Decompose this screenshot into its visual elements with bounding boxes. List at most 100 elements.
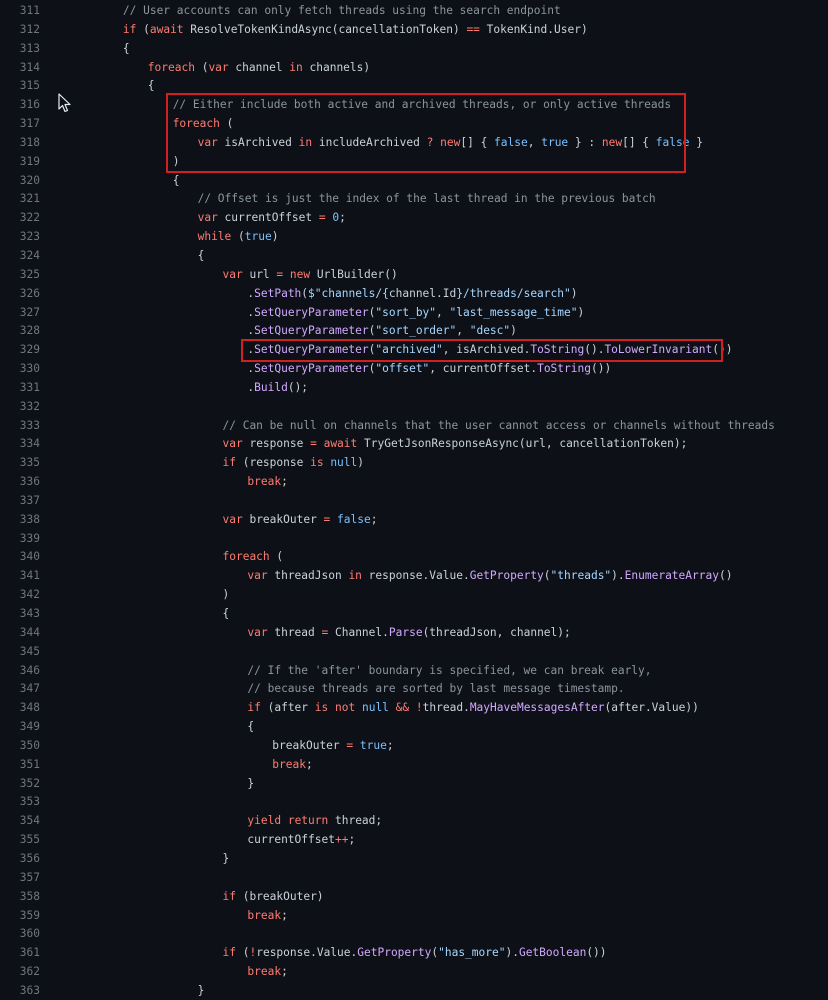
code-token: , [456,324,470,338]
line-code: } [140,982,205,1000]
line-code: var response = await TryGetJsonResponseA… [165,435,688,454]
code-line: 324 { [0,247,828,266]
code-line: 356} [0,850,828,869]
code-viewer: 311 // User accounts can only fetch threa… [0,0,828,1000]
code-token: "offset" [375,362,430,376]
code-token: is [310,456,324,470]
code-line: 359 break; [0,907,828,926]
code-token: response.Value. [256,946,358,960]
code-line: 311 // User accounts can only fetch threa… [0,2,828,21]
code-line: 357 [0,869,828,888]
code-token: isArchived [217,135,299,149]
code-token: (); [287,380,309,394]
code-token: breakOuter [242,512,324,526]
code-token: includeArchived [312,135,427,149]
code-line: 362 break; [0,963,828,982]
code-token: "sort_order" [375,324,457,338]
line-number: 337 [19,493,40,507]
line-number: 333 [19,418,40,432]
code-token: in [298,135,313,149]
code-token: is [314,701,329,715]
line-number: 340 [19,550,40,564]
line-code: .SetQueryParameter("offset", currentOffs… [189,360,611,379]
line-code: var threadJson in response.Value.GetProp… [189,567,732,586]
code-token: "has_more" [438,946,506,960]
code-token: var [197,211,218,225]
code-token: SetQueryParameter [254,305,369,319]
line-number: 316 [19,98,40,112]
code-token: ( [235,946,250,960]
line-code: { [140,247,205,266]
code-token: currentOffset [247,833,335,847]
line-number: 323 [19,230,40,244]
line-code: } [165,850,230,869]
code-line: 346 // If the 'after' boundary is specifi… [0,662,828,681]
line-number: 360 [19,927,40,941]
line-number: 327 [19,305,40,319]
code-line: 352} [0,775,828,794]
code-token: ToString [537,362,591,376]
line-number: 326 [19,286,40,300]
code-line: 323 while (true) [0,228,828,247]
code-token: thread. [422,701,470,715]
code-token: break [247,475,282,489]
line-number: 328 [19,324,40,338]
line-number: 345 [19,644,40,658]
code-token: { [147,79,155,93]
line-number: 351 [19,757,40,771]
line-number: 314 [19,60,40,74]
code-line: 320 { [0,172,828,191]
code-token: response.Value. [361,569,470,583]
code-token: // If the 'after' boundary is specified,… [247,663,652,677]
code-line: 318 var isArchived in includeArchived ? n… [0,134,828,153]
code-token: ; [281,965,288,979]
line-code: { [115,172,180,191]
code-token: threadJson [267,569,349,583]
line-code: // because threads are sorted by last me… [189,680,624,699]
code-line: 343 { [0,605,828,624]
code-token: foreach [147,60,195,74]
line-number: 332 [19,399,40,413]
code-token: UrlBuilder() [310,267,398,281]
code-token: } [247,776,255,790]
code-token: "last_message_time" [449,305,578,319]
code-token: "archived" [375,343,443,357]
code-token: in [348,569,362,583]
line-code: yield return thread; [189,812,382,831]
code-token: EnumerateArray [624,569,719,583]
line-code: if (response is null) [165,454,365,473]
code-token: ! [415,701,423,715]
code-token: SetPath [254,286,302,300]
line-code: foreach ( [165,548,284,567]
code-token: currentOffset [217,211,319,225]
code-token: if [222,889,236,903]
code-line: 328 .SetQueryParameter("sort_order", "des… [0,322,828,341]
code-token: if [222,946,236,960]
code-line: 335 if (response is null) [0,454,828,473]
line-number: 322 [19,211,40,225]
code-token: ). [505,946,519,960]
code-token: ( [219,117,234,131]
code-token: foreach [222,550,270,564]
code-token: while [197,230,232,244]
code-line: 336 break; [0,473,828,492]
code-block: 311 // User accounts can only fetch threa… [0,2,828,1000]
code-line: 342) [0,586,828,605]
line-number: 321 [19,192,40,206]
line-code: // Can be null on channels that the user… [165,417,775,436]
line-code: if (!response.Value.GetProperty("has_mor… [165,944,607,963]
code-token: , currentOffset. [429,362,538,376]
code-token: (response [235,456,311,470]
code-token: { [122,41,130,55]
code-token: ; [339,211,346,225]
code-token: (after.Value)) [604,701,699,715]
code-token: (breakOuter) [235,889,324,903]
code-token: // Can be null on channels that the user… [222,418,775,432]
line-number: 334 [19,437,40,451]
code-token: "desc" [469,324,511,338]
code-token: url [242,267,277,281]
